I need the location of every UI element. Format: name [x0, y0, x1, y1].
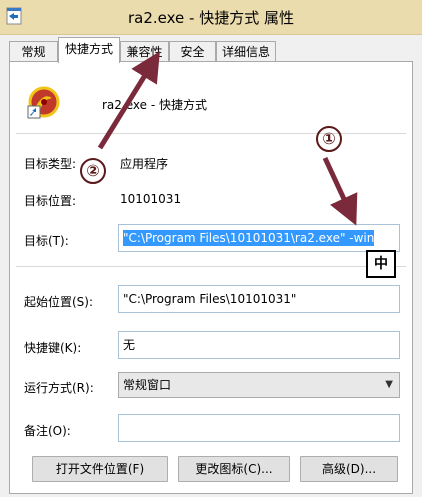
ime-indicator: 中	[366, 250, 396, 278]
shortcut-panel: ra2.exe - 快捷方式 目标类型: 应用程序 目标位置: 10101031…	[9, 61, 413, 494]
chevron-down-icon: ▼	[385, 379, 393, 390]
annotation-marker-1: ①	[316, 126, 342, 152]
advanced-button[interactable]: 高级(D)...	[300, 456, 398, 482]
shortcut-key-input[interactable]: 无	[118, 331, 400, 359]
comment-input[interactable]	[118, 414, 400, 442]
tab-shortcut[interactable]: 快捷方式	[58, 37, 120, 63]
game-icon	[26, 84, 62, 120]
target-type-label: 目标类型:	[24, 157, 77, 171]
window-title: ra2.exe - 快捷方式 属性	[128, 9, 294, 27]
run-label: 运行方式(R):	[24, 381, 94, 395]
run-select-value: 常规窗口	[123, 378, 172, 392]
tab-general[interactable]: 常规	[9, 41, 58, 61]
tab-strip: 常规 快捷方式 兼容性 安全 详细信息	[0, 37, 422, 63]
start-in-input[interactable]: "C:\Program Files\10101031"	[118, 285, 400, 313]
open-file-location-button[interactable]: 打开文件位置(F)	[32, 456, 168, 482]
target-location-value: 10101031	[120, 192, 182, 206]
divider	[16, 133, 406, 134]
change-icon-button[interactable]: 更改图标(C)...	[178, 456, 290, 482]
tab-security[interactable]: 安全	[169, 41, 216, 61]
shortcut-name: ra2.exe - 快捷方式	[102, 98, 207, 112]
target-input-selection: "C:\Program Files\10101031\ra2.exe" -win	[123, 230, 375, 246]
title-bar: ra2.exe - 快捷方式 属性	[0, 0, 422, 35]
target-type-value: 应用程序	[120, 157, 169, 171]
tab-details[interactable]: 详细信息	[216, 41, 276, 61]
target-input[interactable]: "C:\Program Files\10101031\ra2.exe" -win	[118, 224, 400, 252]
comment-label: 备注(O):	[24, 424, 71, 438]
run-select[interactable]: 常规窗口 ▼	[118, 372, 400, 398]
shortcut-key-label: 快捷键(K):	[24, 341, 82, 355]
target-label: 目标(T):	[24, 234, 69, 248]
divider	[16, 266, 406, 267]
tab-compatibility[interactable]: 兼容性	[120, 41, 169, 61]
annotation-marker-2: ②	[80, 158, 106, 184]
start-in-label: 起始位置(S):	[24, 295, 94, 309]
target-location-label: 目标位置:	[24, 194, 77, 208]
